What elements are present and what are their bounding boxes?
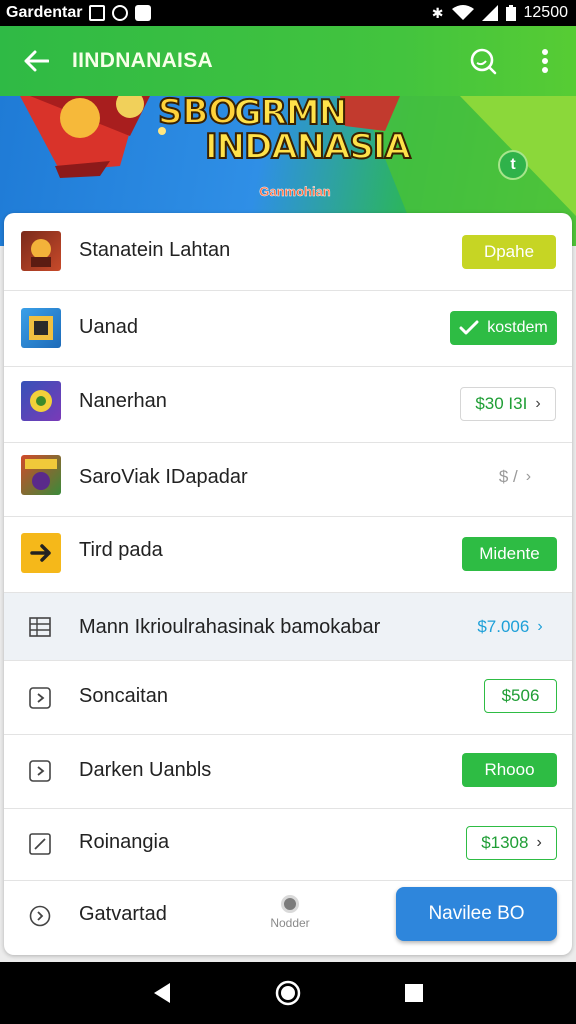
banner-action-button[interactable]: t — [498, 150, 528, 180]
price-label: $ / — [498, 467, 518, 486]
grid-icon — [29, 616, 51, 638]
home-circle-icon[interactable] — [275, 980, 301, 1006]
action-button[interactable]: $30 I3I › — [460, 387, 556, 421]
bluetooth-icon: ✱ — [431, 4, 444, 21]
nodder-label: Nodder — [270, 916, 310, 930]
primary-cta-button[interactable]: Navilee BO — [396, 887, 557, 941]
list-item-label: Uanad — [79, 316, 138, 338]
alert-icon — [112, 5, 129, 21]
action-label: kostdem — [487, 319, 548, 336]
action-button[interactable]: Rhooo — [462, 753, 557, 787]
play-box-icon — [29, 687, 51, 709]
list-item-label: Mann Ikrioulrahasinak bamokabar — [79, 616, 381, 638]
chevron-right-icon: › — [535, 395, 541, 412]
list-item[interactable]: Roinangia $1308 › — [4, 809, 572, 881]
game-list-card: Stanatein Lahtan Dpahe Uanad kostdem Nan… — [4, 213, 572, 955]
more-options-button[interactable] — [514, 26, 576, 96]
list-item[interactable]: Stanatein Lahtan Dpahe — [4, 213, 572, 291]
nodder-tab[interactable]: Nodder — [266, 895, 314, 930]
price-label: $7.006 — [477, 617, 530, 636]
chevron-right-icon: › — [525, 468, 532, 485]
bottom-action-row: Gatvartad Nodder Navilee BO — [4, 881, 572, 955]
edit-icon — [29, 833, 51, 855]
chevron-right-icon: › — [537, 618, 543, 635]
play-box-icon — [29, 760, 51, 782]
notification-icon — [135, 5, 152, 21]
list-item-label: Soncaitan — [79, 685, 168, 707]
list-item-label: Nanerhan — [79, 390, 167, 412]
list-item-label: Stanatein Lahtan — [79, 239, 231, 261]
list-item-label: Roinangia — [79, 831, 170, 853]
banner-title-line2: INDANASIA — [204, 127, 412, 167]
banner-subtitle: Ganmohian — [259, 184, 331, 199]
arrow-right-icon — [21, 533, 61, 573]
price-label: $30 I3I — [475, 394, 528, 413]
action-button[interactable]: Dpahe — [462, 235, 556, 269]
banner-title: GRMN INDANASIA — [204, 93, 412, 167]
banner-title-line1: GRMN — [233, 93, 348, 133]
action-button[interactable]: kostdem — [450, 311, 557, 345]
game-thumbnail-2 — [21, 308, 61, 348]
price-label: $1308 — [481, 833, 529, 852]
check-icon — [459, 320, 479, 335]
list-item-label: Darken Uanbls — [79, 759, 212, 781]
more-vert-icon — [542, 49, 548, 73]
chevron-right-icon: › — [536, 834, 542, 851]
list-item-label: SaroViak IDapadar — [79, 466, 248, 488]
carrier-label: Gardentar — [6, 4, 83, 21]
list-item[interactable]: Mann Ikrioulrahasinak bamokabar $7.006 › — [4, 593, 572, 661]
page-title: IINDNANAISA — [72, 49, 213, 72]
list-item[interactable]: Tird pada Midente — [4, 517, 572, 593]
back-button[interactable] — [0, 26, 72, 96]
battery-icon — [505, 5, 516, 21]
action-button[interactable]: $506 — [484, 679, 557, 713]
back-triangle-icon[interactable] — [152, 982, 172, 1004]
action-button[interactable]: $7.006 › — [466, 610, 554, 644]
game-thumbnail-3 — [21, 381, 61, 421]
clock-time: 12500 — [523, 4, 569, 21]
signal-icon — [481, 5, 498, 21]
arrow-left-icon — [24, 50, 49, 72]
app-bar: IINDNANAISA — [0, 26, 576, 96]
wifi-icon — [451, 5, 474, 20]
search-button[interactable] — [452, 26, 514, 96]
list-item[interactable]: Darken Uanbls Rhooo — [4, 735, 572, 809]
clock-icon — [29, 905, 51, 927]
search-icon — [470, 48, 497, 75]
list-item[interactable]: Nanerhan $30 I3I › — [4, 367, 572, 443]
action-button[interactable]: $1308 › — [466, 826, 557, 860]
game-thumbnail-1 — [21, 231, 61, 271]
system-nav-bar — [0, 962, 576, 1024]
game-thumbnail-4 — [21, 455, 61, 495]
action-button[interactable]: $ / › — [480, 460, 550, 494]
list-item-label[interactable]: Gatvartad — [79, 903, 167, 926]
list-item-label: Tird pada — [79, 539, 163, 561]
screenshot-icon — [89, 5, 106, 21]
list-item[interactable]: Soncaitan $506 — [4, 661, 572, 735]
list-item[interactable]: Uanad kostdem — [4, 291, 572, 367]
record-icon — [281, 895, 299, 913]
list-item[interactable]: SaroViak IDapadar $ / › — [4, 443, 572, 517]
recents-square-icon[interactable] — [404, 983, 424, 1003]
status-bar: Gardentar ✱ 12500 — [0, 0, 576, 26]
action-button[interactable]: Midente — [462, 537, 557, 571]
